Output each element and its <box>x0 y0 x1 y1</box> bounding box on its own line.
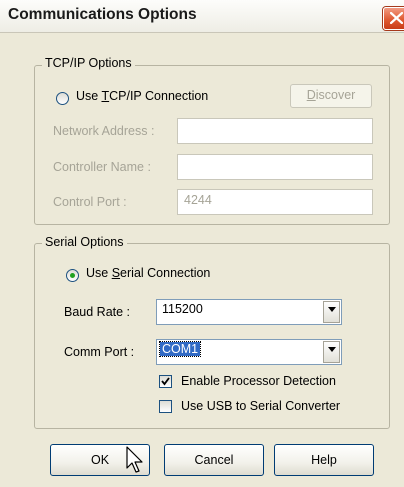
use-tcpip-radio[interactable] <box>56 92 69 105</box>
use-usb-serial-converter-label[interactable]: Use USB to Serial Converter <box>181 399 340 413</box>
chevron-down-icon <box>328 307 336 312</box>
cancel-button[interactable]: Cancel <box>164 444 264 476</box>
baud-rate-select[interactable]: 115200 <box>156 299 342 325</box>
comm-port-dropdown-button[interactable] <box>323 341 340 363</box>
close-button[interactable] <box>383 7 404 30</box>
control-port-label: Control Port : <box>53 195 127 209</box>
comm-port-label: Comm Port : <box>64 345 135 359</box>
controller-name-field[interactable] <box>177 154 373 180</box>
use-tcpip-label[interactable]: Use TCP/IP Connection <box>76 89 208 103</box>
controller-name-label: Controller Name : <box>53 160 151 174</box>
network-address-field[interactable] <box>177 118 373 144</box>
discover-button[interactable]: Discover <box>290 84 372 108</box>
help-button[interactable]: Help <box>274 444 374 476</box>
enable-processor-detection-checkbox[interactable] <box>159 375 172 388</box>
baud-rate-dropdown-button[interactable] <box>323 301 340 323</box>
close-icon <box>390 12 403 24</box>
use-serial-radio[interactable] <box>66 269 79 282</box>
network-address-label: Network Address : <box>53 124 155 138</box>
use-usb-serial-converter-checkbox[interactable] <box>159 400 172 413</box>
serial-options-legend: Serial Options <box>42 235 127 249</box>
window-title: Communications Options <box>8 6 197 23</box>
baud-rate-label: Baud Rate : <box>64 305 131 319</box>
chevron-down-icon <box>328 347 336 352</box>
tcpip-options-legend: TCP/IP Options <box>42 56 135 70</box>
enable-processor-detection-label[interactable]: Enable Processor Detection <box>181 374 336 388</box>
baud-rate-value: 115200 <box>162 302 203 316</box>
comm-port-value: COM1 <box>158 341 202 357</box>
control-port-field[interactable]: 4244 <box>177 189 373 215</box>
checkmark-icon <box>161 377 170 386</box>
mouse-pointer-icon <box>126 446 143 473</box>
comm-port-select[interactable]: COM1 <box>156 339 342 365</box>
title-bar: Communications Options <box>0 0 404 33</box>
use-serial-label[interactable]: Use Serial Connection <box>86 266 210 280</box>
